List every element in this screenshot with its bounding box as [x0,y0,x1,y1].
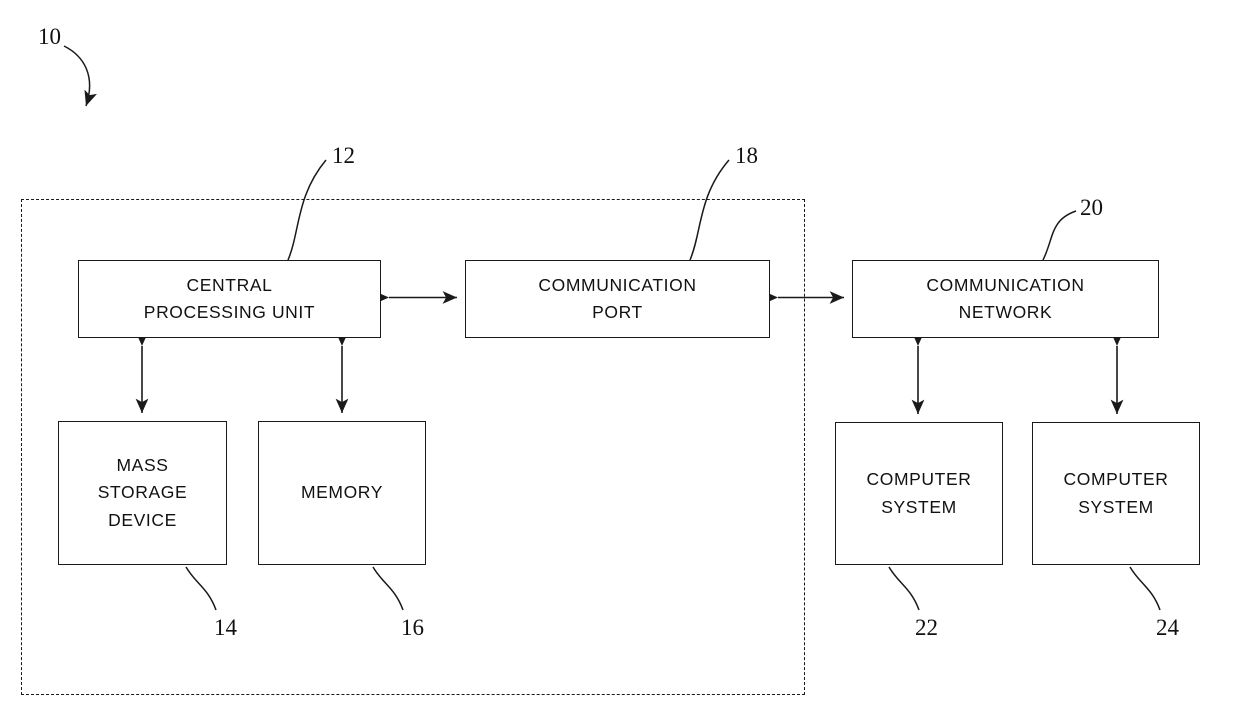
block-label-line: COMPUTER [1063,469,1169,490]
block-mass-storage-device[interactable]: MASS STORAGE DEVICE [58,421,227,565]
leader-line-24 [1129,566,1161,611]
block-label-line: CENTRAL [186,274,273,295]
block-label-line: PROCESSING UNIT [143,302,316,322]
block-label-line: SYSTEM [1078,496,1154,517]
block-label-line: NETWORK [958,302,1053,322]
block-label-line: PORT [592,302,643,322]
block-label-line: STORAGE [97,482,188,503]
ref-number-14: 14 [214,615,237,640]
block-communication-network[interactable]: COMMUNICATION NETWORK [852,260,1159,338]
ref-number-20: 20 [1080,195,1103,220]
block-label-line: MASS [116,455,169,476]
patent-figure: CENTRAL PROCESSING UNIT COMMUNICATION PO… [0,0,1240,728]
block-label-line: MEMORY [300,482,384,503]
leader-line-20 [1042,210,1077,261]
ref-number-22: 22 [915,615,938,640]
block-label-line: COMPUTER [866,469,972,490]
block-label-line: COMMUNICATION [926,274,1085,295]
leader-line-10 [63,45,97,107]
ref-number-16: 16 [401,615,424,640]
ref-number-10: 10 [38,24,61,49]
block-label-line: DEVICE [108,509,177,530]
block-communication-port[interactable]: COMMUNICATION PORT [465,260,770,338]
block-computer-system-22[interactable]: COMPUTER SYSTEM [835,422,1003,565]
ref-number-18: 18 [735,143,758,168]
ref-number-24: 24 [1156,615,1179,640]
block-memory[interactable]: MEMORY [258,421,426,565]
block-central-processing-unit[interactable]: CENTRAL PROCESSING UNIT [78,260,381,338]
block-computer-system-24[interactable]: COMPUTER SYSTEM [1032,422,1200,565]
block-label-line: COMMUNICATION [538,274,697,295]
ref-number-12: 12 [332,143,355,168]
block-label-line: SYSTEM [881,496,957,517]
leader-line-22 [888,566,920,611]
